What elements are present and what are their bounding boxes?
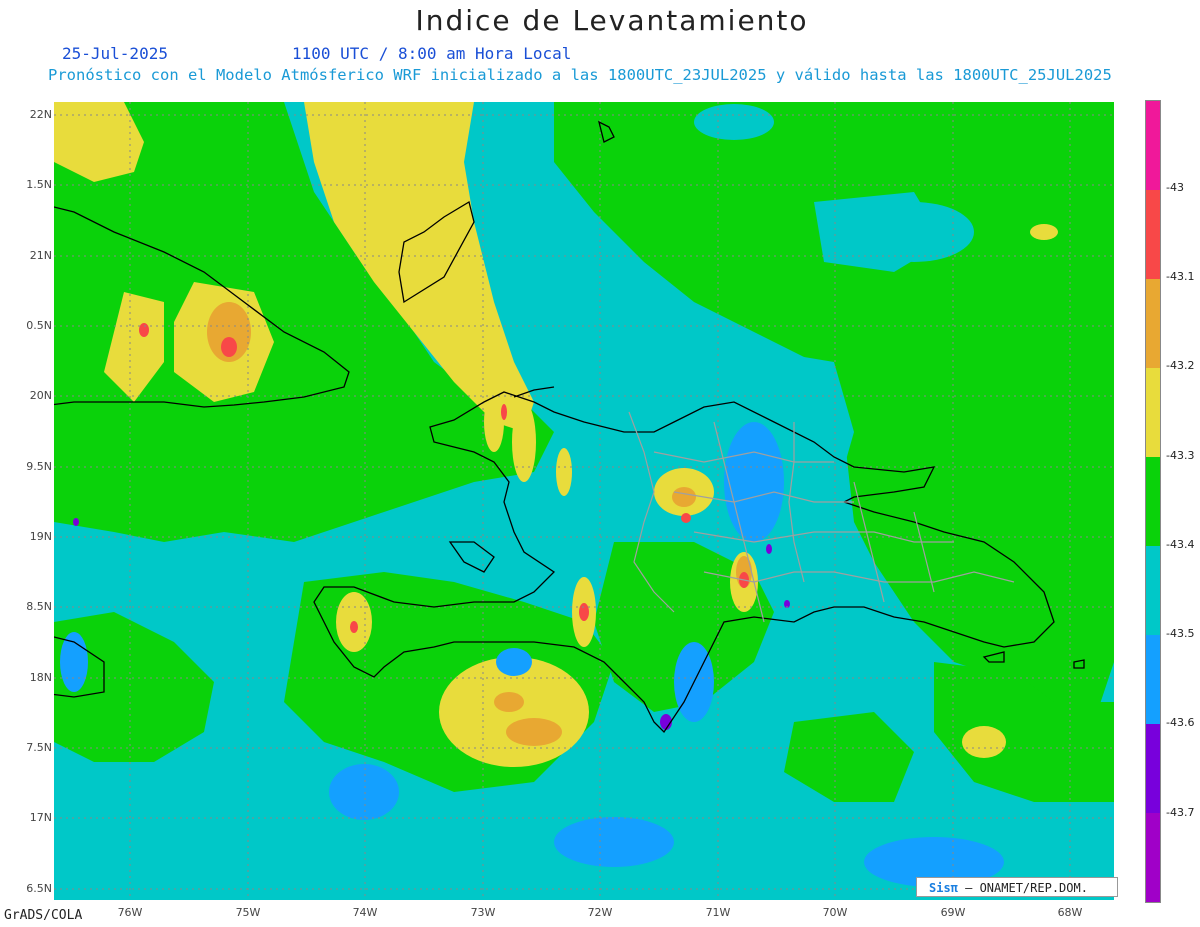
credit-text: – ONAMET/REP.DOM.	[957, 881, 1088, 895]
colorbar-swatch	[1146, 101, 1160, 190]
colorbar-swatch	[1146, 368, 1160, 457]
forecast-time: 1100 UTC / 8:00 am Hora Local	[292, 44, 572, 63]
lat-label: 19N	[29, 530, 52, 543]
lon-label: 75W	[235, 906, 261, 919]
colorbar-label: -43.2	[1166, 359, 1195, 372]
lon-label: 70W	[822, 906, 848, 919]
forecast-subtitle: Pronóstico con el Modelo Atmósferico WRF…	[48, 66, 1112, 84]
sispi-logo: Sisπ	[929, 881, 958, 895]
colorbar-swatch	[1146, 279, 1160, 368]
colorbar-swatch	[1146, 546, 1160, 635]
lat-label: 18N	[29, 671, 52, 684]
lon-label: 68W	[1057, 906, 1083, 919]
colorbar-swatch	[1146, 190, 1160, 279]
lat-label: 9.5N	[26, 460, 52, 473]
colorbar-label: -43.6	[1166, 716, 1195, 729]
lon-label: 73W	[470, 906, 496, 919]
lat-label: 7.5N	[26, 741, 52, 754]
lon-label: 74W	[352, 906, 378, 919]
lat-label: 22N	[29, 108, 52, 121]
colorbar-label: -43.5	[1166, 627, 1195, 640]
map-title: Indice de Levantamiento	[415, 4, 809, 37]
lon-label: 76W	[117, 906, 143, 919]
colorbar-swatch	[1146, 724, 1160, 813]
lon-label: 69W	[940, 906, 966, 919]
lifted-index-map	[54, 102, 1114, 900]
lat-label: 8.5N	[26, 600, 52, 613]
lat-label: 17N	[29, 811, 52, 824]
colorbar-label: -43.3	[1166, 449, 1195, 462]
lat-label: 1.5N	[26, 178, 52, 191]
colorbar-label: -43.4	[1166, 538, 1195, 551]
colorbar-swatch	[1146, 635, 1160, 724]
lat-label: 0.5N	[26, 319, 52, 332]
software-label: GrADS/COLA	[4, 908, 83, 923]
colorbar-label: -43	[1166, 181, 1184, 194]
credit-box: Sisπ – ONAMET/REP.DOM.	[916, 877, 1118, 897]
forecast-date: 25-Jul-2025	[62, 44, 168, 63]
colorbar-swatch	[1146, 457, 1160, 546]
lat-label: 6.5N	[26, 882, 52, 895]
lat-label: 20N	[29, 389, 52, 402]
colorbar-label: -43.1	[1166, 270, 1195, 283]
colorbar-swatch	[1146, 813, 1160, 902]
colorbar	[1145, 100, 1161, 903]
lon-label: 72W	[587, 906, 613, 919]
colorbar-label: -43.7	[1166, 806, 1195, 819]
lat-label: 21N	[29, 249, 52, 262]
lon-label: 71W	[705, 906, 731, 919]
